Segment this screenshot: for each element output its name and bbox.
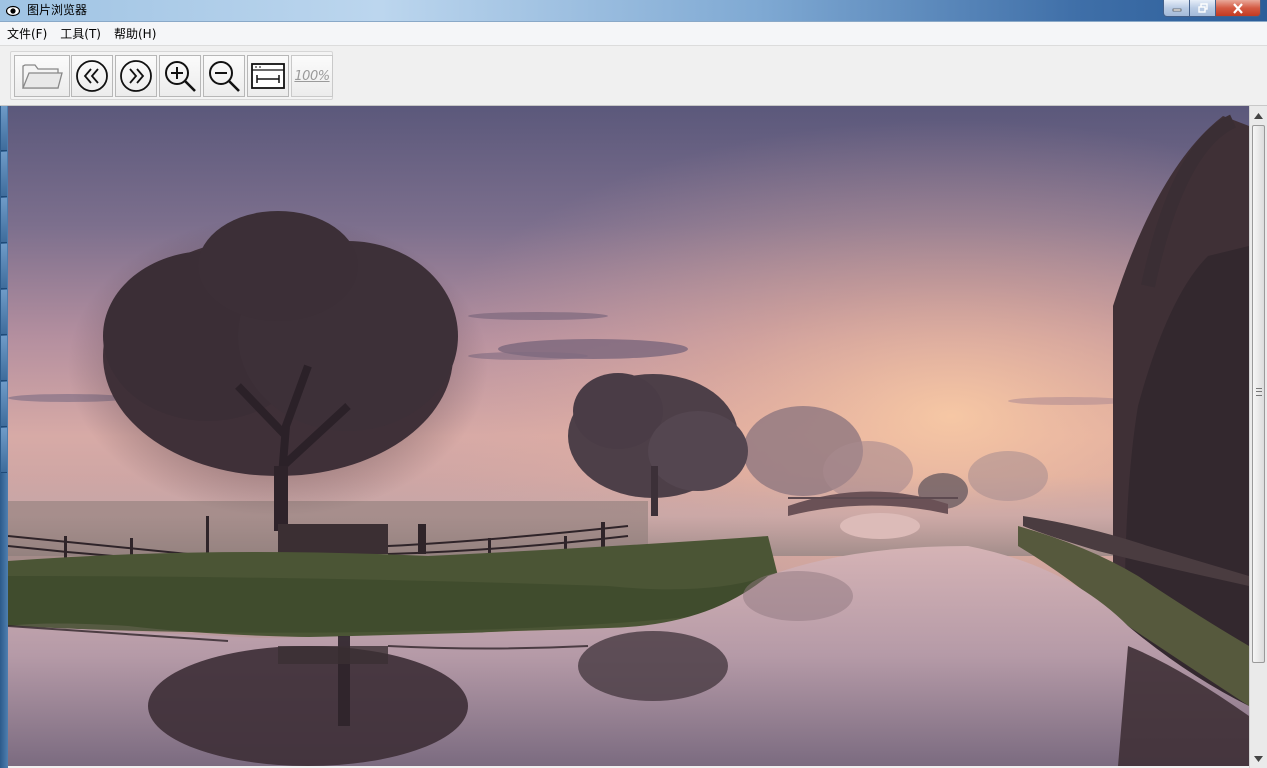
toolbar-group: 100% <box>10 51 333 100</box>
minimize-button[interactable] <box>1163 0 1190 17</box>
close-button[interactable] <box>1216 0 1261 17</box>
menu-help[interactable]: 帮助(H) <box>107 24 162 44</box>
close-icon <box>1233 2 1243 14</box>
open-button[interactable] <box>14 55 70 97</box>
next-button[interactable] <box>115 55 157 97</box>
toolbar: 100% <box>0 46 1267 106</box>
scroll-up-button[interactable] <box>1250 107 1267 124</box>
fit-width-icon <box>251 63 285 89</box>
zoom-out-button[interactable] <box>203 55 245 97</box>
actual-size-icon: 100% <box>294 68 330 84</box>
zoom-in-icon <box>165 61 196 92</box>
menu-file[interactable]: 文件(F) <box>0 24 53 44</box>
window-controls <box>1163 0 1261 18</box>
previous-button[interactable] <box>71 55 113 97</box>
arrow-down-icon <box>1254 755 1263 762</box>
displayed-photo <box>8 106 1249 766</box>
zoom-out-icon <box>209 61 240 92</box>
restore-icon <box>1197 3 1208 13</box>
image-viewport[interactable] <box>8 106 1249 766</box>
window-title: 图片浏览器 <box>27 3 88 17</box>
double-chevron-right-icon <box>120 60 152 92</box>
restore-button[interactable] <box>1190 0 1216 17</box>
actual-size-button[interactable]: 100% <box>291 55 333 97</box>
scroll-down-button[interactable] <box>1250 750 1267 767</box>
title-bar[interactable]: 图片浏览器 <box>0 0 1267 22</box>
eye-icon <box>6 5 20 17</box>
menu-bar: 文件(F) 工具(T) 帮助(H) <box>0 22 1267 46</box>
fit-width-button[interactable] <box>247 55 289 97</box>
grip-icon <box>1256 388 1262 396</box>
desktop-edge <box>0 106 8 768</box>
vertical-scrollbar[interactable] <box>1249 106 1267 768</box>
scroll-thumb[interactable] <box>1252 125 1265 663</box>
double-chevron-left-icon <box>76 60 108 92</box>
minimize-icon <box>1172 8 1181 12</box>
menu-tools[interactable]: 工具(T) <box>53 24 107 44</box>
zoom-in-button[interactable] <box>159 55 201 97</box>
arrow-up-icon <box>1254 112 1263 119</box>
folder-icon <box>22 64 63 89</box>
app-window: 图片浏览器 文件(F) 工具(T) 帮助(H) 100% <box>0 0 1267 768</box>
